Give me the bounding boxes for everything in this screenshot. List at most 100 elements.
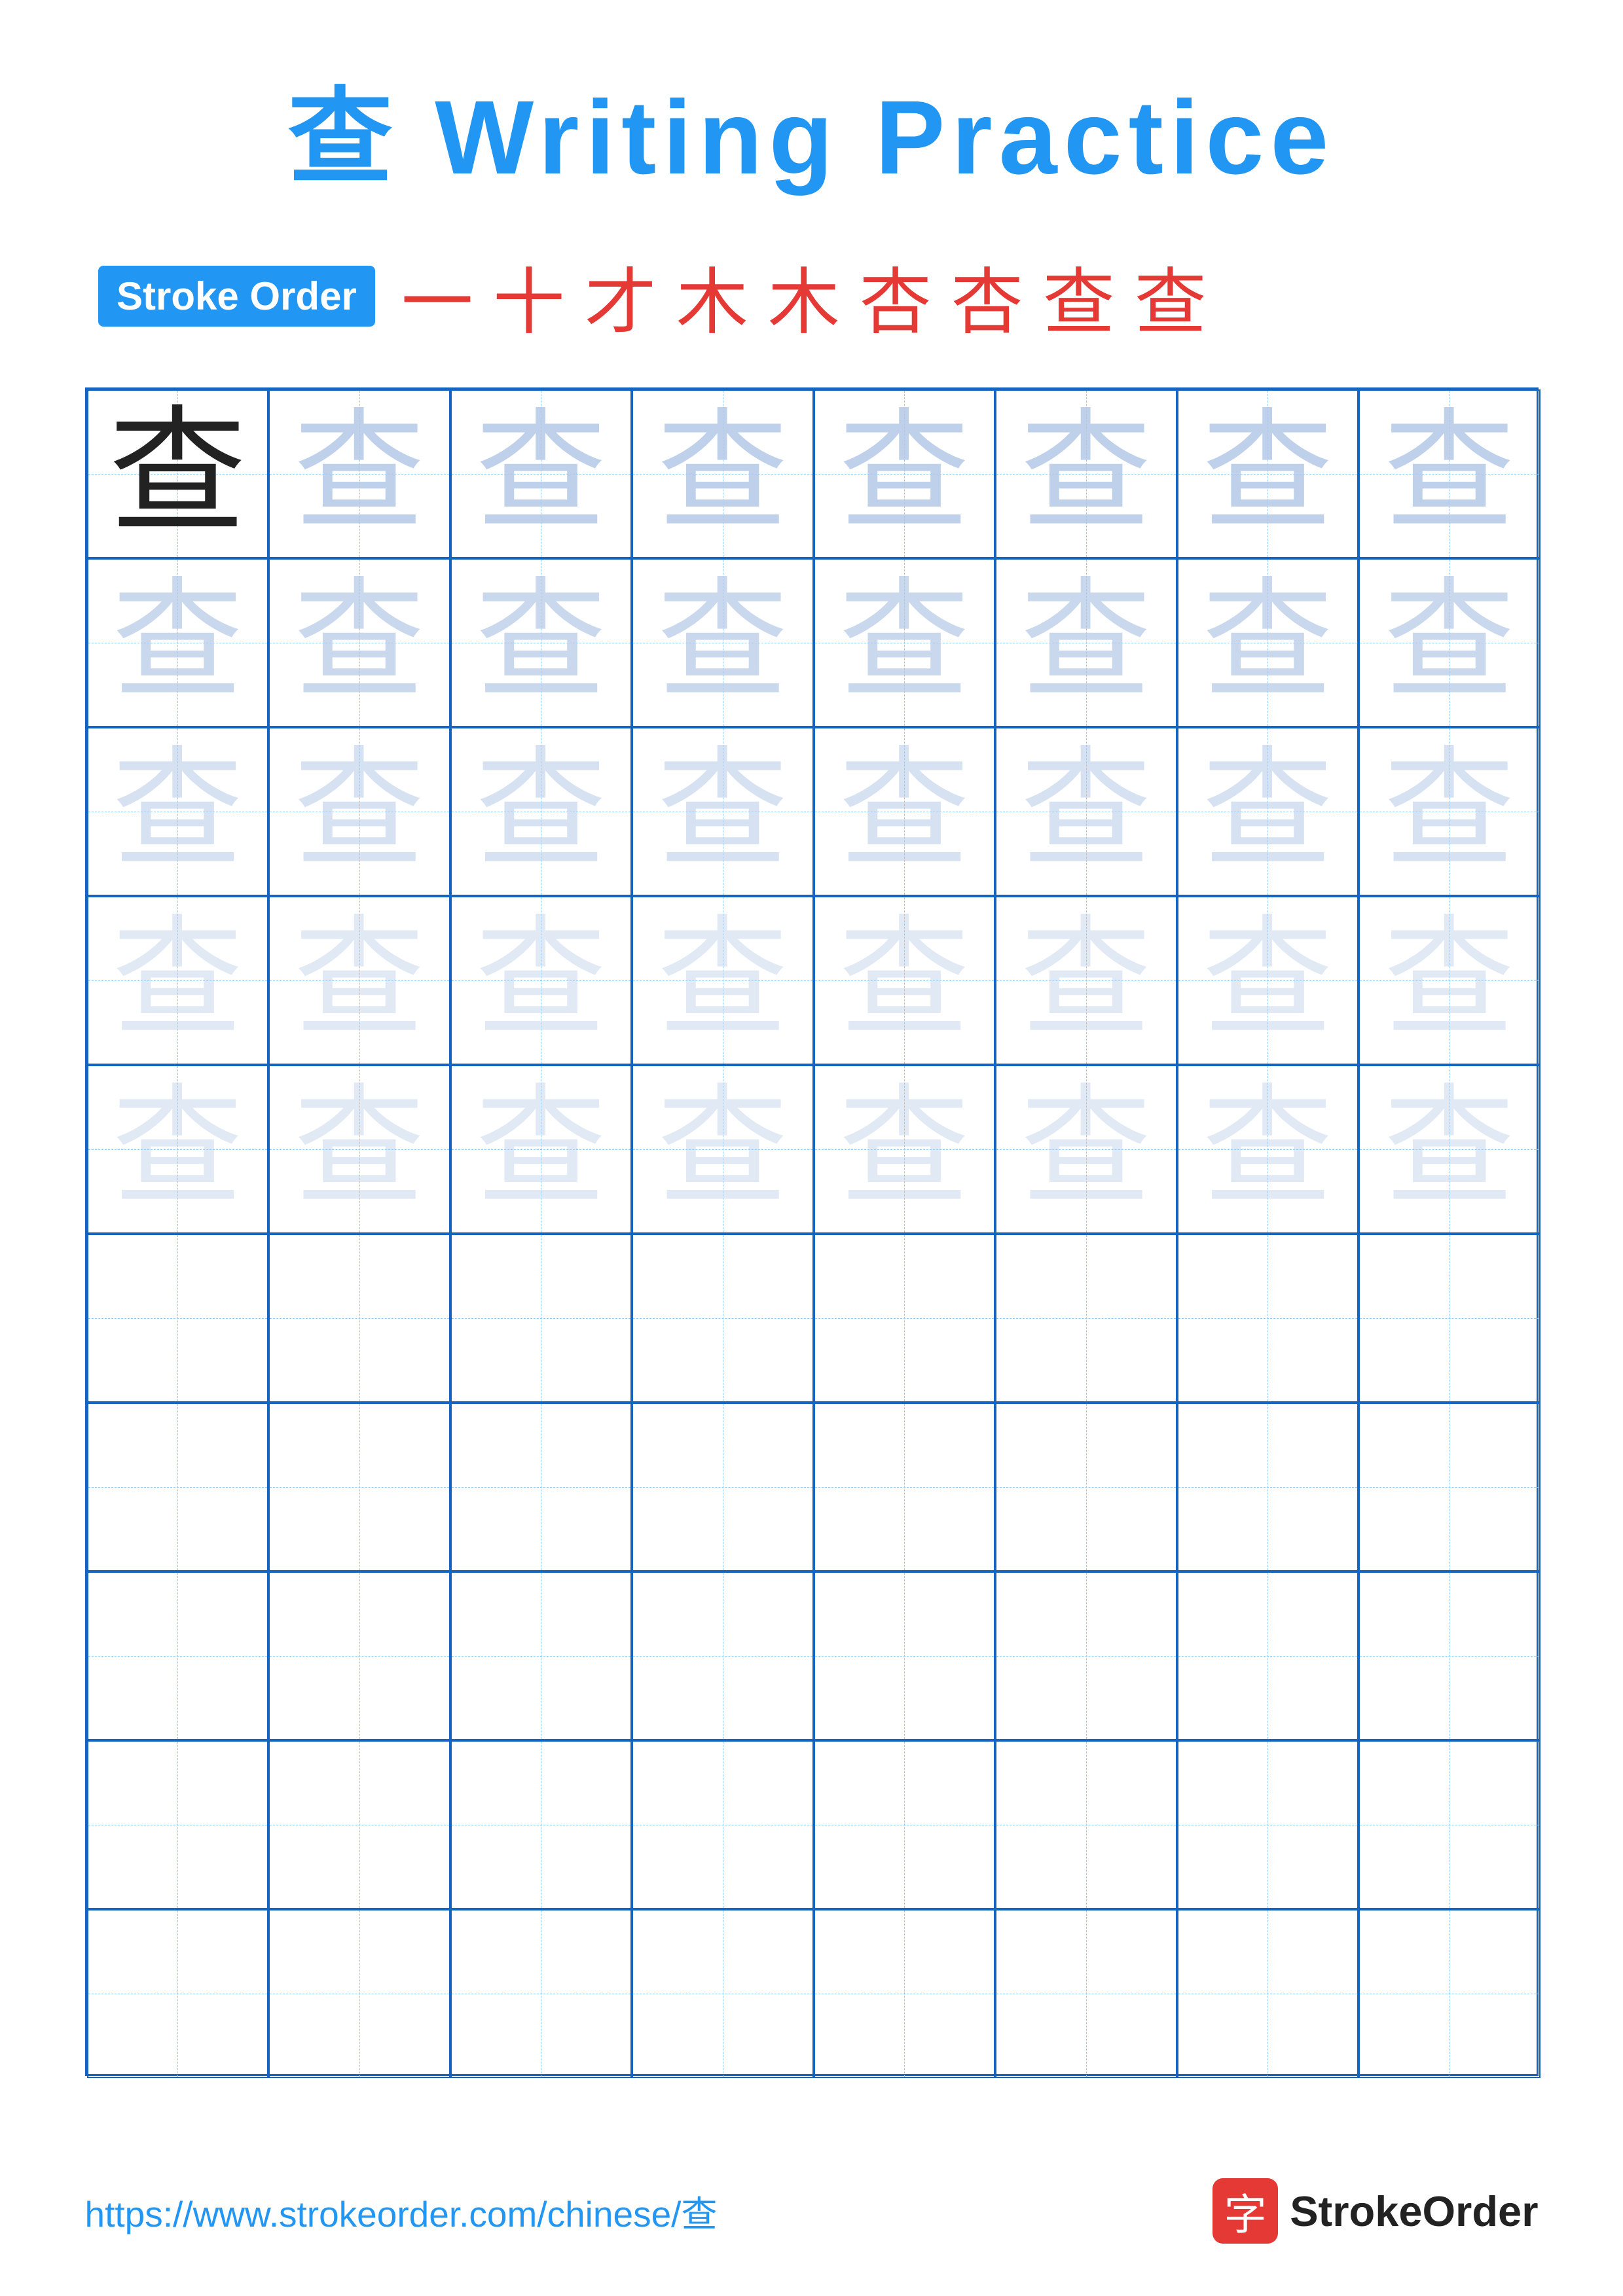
grid-cell[interactable]: 查: [268, 558, 450, 727]
grid-cell[interactable]: 查: [1177, 896, 1359, 1065]
grid-cell[interactable]: 查: [814, 1065, 996, 1234]
grid-cell[interactable]: 查: [1359, 727, 1541, 896]
cell-char: 查: [1202, 915, 1333, 1046]
grid-cell[interactable]: 查: [268, 1065, 450, 1234]
stroke-2: 十: [493, 243, 565, 348]
grid-cell[interactable]: 查: [995, 389, 1177, 558]
grid-cell[interactable]: [268, 1740, 450, 1909]
cell-char: 查: [1021, 746, 1152, 877]
cell-char: 查: [112, 915, 243, 1046]
cell-char: 查: [1202, 408, 1333, 539]
grid-cell[interactable]: 查: [1359, 1065, 1541, 1234]
grid-cell[interactable]: [268, 1403, 450, 1571]
grid-cell[interactable]: [87, 1234, 269, 1403]
stroke-order-chars: 一 十 才 木 木 杏 杏 查 查: [401, 243, 1207, 348]
grid-cell[interactable]: 查: [995, 1065, 1177, 1234]
cell-char: 查: [1202, 577, 1333, 708]
grid-cell[interactable]: 查: [995, 896, 1177, 1065]
grid-cell[interactable]: [995, 1234, 1177, 1403]
grid-cell[interactable]: [1359, 1740, 1541, 1909]
grid-cell[interactable]: 查: [1177, 727, 1359, 896]
grid-cell[interactable]: [1177, 1571, 1359, 1740]
cell-char: 查: [294, 408, 425, 539]
grid-cell[interactable]: [87, 1740, 269, 1909]
grid-cell[interactable]: 查: [632, 896, 814, 1065]
grid-cell[interactable]: 查: [87, 727, 269, 896]
cell-char: 查: [839, 1084, 970, 1215]
grid-cell[interactable]: 查: [1177, 1065, 1359, 1234]
grid-cell[interactable]: [1359, 1234, 1541, 1403]
grid-cell[interactable]: 查: [814, 389, 996, 558]
grid-cell[interactable]: 查: [1359, 389, 1541, 558]
grid-cell[interactable]: 查: [87, 1065, 269, 1234]
stroke-7: 杏: [951, 243, 1023, 348]
practice-grid: 查查查查查查查查查查查查查查查查查查查查查查查查查查查查查查查查查查查查查查查查: [85, 387, 1539, 2076]
grid-cell[interactable]: 查: [450, 727, 632, 896]
grid-cell[interactable]: 查: [268, 896, 450, 1065]
cell-char: 查: [657, 915, 788, 1046]
grid-cell[interactable]: 查: [87, 389, 269, 558]
grid-cell[interactable]: 查: [814, 896, 996, 1065]
cell-char: 查: [109, 405, 246, 543]
cell-char: 查: [112, 577, 243, 708]
grid-cell[interactable]: 查: [450, 389, 632, 558]
grid-cell[interactable]: [995, 1403, 1177, 1571]
grid-cell[interactable]: [814, 1571, 996, 1740]
grid-cell[interactable]: [268, 1571, 450, 1740]
grid-cell[interactable]: 查: [814, 558, 996, 727]
grid-cell[interactable]: 查: [632, 1065, 814, 1234]
grid-cell[interactable]: [87, 1909, 269, 2078]
grid-cell[interactable]: [450, 1403, 632, 1571]
grid-cell[interactable]: [995, 1571, 1177, 1740]
grid-cell[interactable]: [814, 1403, 996, 1571]
footer-brand: 字 StrokeOrder: [1213, 2178, 1538, 2244]
grid-cell[interactable]: [1177, 1909, 1359, 2078]
grid-cell[interactable]: 查: [450, 1065, 632, 1234]
grid-cell[interactable]: [814, 1234, 996, 1403]
stroke-4: 木: [676, 243, 748, 348]
grid-cell[interactable]: [995, 1909, 1177, 2078]
grid-cell[interactable]: [814, 1909, 996, 2078]
grid-cell[interactable]: [1359, 1403, 1541, 1571]
grid-cell[interactable]: 查: [1177, 389, 1359, 558]
grid-cell[interactable]: [1177, 1403, 1359, 1571]
grid-cell[interactable]: 查: [1359, 896, 1541, 1065]
grid-cell[interactable]: 查: [87, 896, 269, 1065]
grid-cell[interactable]: 查: [1359, 558, 1541, 727]
grid-cell[interactable]: 查: [450, 558, 632, 727]
grid-cell[interactable]: [1177, 1740, 1359, 1909]
grid-cell[interactable]: 查: [268, 727, 450, 896]
grid-cell[interactable]: [87, 1571, 269, 1740]
grid-cell[interactable]: [1177, 1234, 1359, 1403]
grid-cell[interactable]: [450, 1909, 632, 2078]
grid-cell[interactable]: [1359, 1571, 1541, 1740]
grid-cell[interactable]: [632, 1740, 814, 1909]
grid-cell[interactable]: 查: [632, 727, 814, 896]
grid-cell[interactable]: 查: [995, 558, 1177, 727]
grid-cell[interactable]: [1359, 1909, 1541, 2078]
grid-cell[interactable]: [632, 1403, 814, 1571]
title-chinese-char: 查: [288, 79, 399, 196]
grid-cell[interactable]: 查: [814, 727, 996, 896]
grid-cell[interactable]: 查: [632, 389, 814, 558]
grid-cell[interactable]: [268, 1909, 450, 2078]
cell-char: 查: [475, 915, 606, 1046]
grid-cell[interactable]: [450, 1234, 632, 1403]
grid-cell[interactable]: [995, 1740, 1177, 1909]
grid-cell[interactable]: [450, 1740, 632, 1909]
grid-cell[interactable]: [268, 1234, 450, 1403]
grid-cell[interactable]: 查: [268, 389, 450, 558]
grid-cell[interactable]: 查: [1177, 558, 1359, 727]
grid-cell[interactable]: [814, 1740, 996, 1909]
cell-char: 查: [1384, 915, 1515, 1046]
grid-cell[interactable]: [87, 1403, 269, 1571]
grid-cell[interactable]: 查: [995, 727, 1177, 896]
grid-cell[interactable]: 查: [632, 558, 814, 727]
grid-cell[interactable]: [632, 1234, 814, 1403]
grid-cell[interactable]: [450, 1571, 632, 1740]
grid-cell[interactable]: 查: [450, 896, 632, 1065]
grid-cell[interactable]: 查: [87, 558, 269, 727]
cell-char: 查: [657, 577, 788, 708]
grid-cell[interactable]: [632, 1909, 814, 2078]
grid-cell[interactable]: [632, 1571, 814, 1740]
